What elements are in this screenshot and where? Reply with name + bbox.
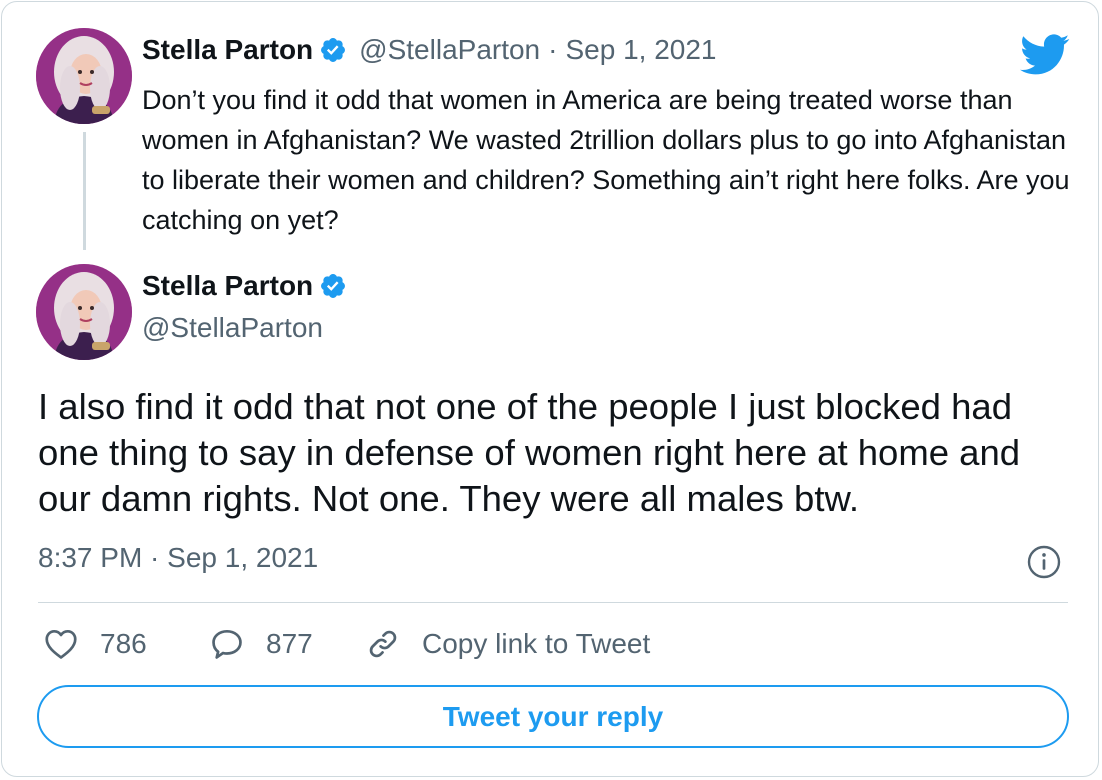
parent-author-handle[interactable]: @StellaParton: [359, 34, 540, 66]
copy-link-action[interactable]: Copy link to Tweet: [364, 622, 650, 666]
reply-action[interactable]: 877: [208, 622, 313, 666]
tweet-timestamp[interactable]: 8:37 PM · Sep 1, 2021: [38, 542, 318, 574]
tweet-your-reply-button[interactable]: Tweet your reply: [37, 685, 1069, 748]
tweet-text: I also find it odd that not one of the p…: [38, 386, 1021, 519]
info-icon[interactable]: [1026, 544, 1062, 580]
tweet-card: Stella Parton @StellaParton · Sep 1, 202…: [1, 1, 1099, 777]
link-icon: [369, 630, 397, 658]
parent-author-name[interactable]: Stella Parton: [142, 34, 313, 66]
author-handle[interactable]: @StellaParton: [142, 312, 323, 344]
twitter-logo-icon[interactable]: [1020, 34, 1070, 76]
author-handle-row: @StellaParton: [142, 312, 323, 344]
author-name[interactable]: Stella Parton: [142, 270, 313, 302]
author-name-row: Stella Parton: [142, 270, 347, 302]
verified-badge-icon: [321, 274, 346, 298]
parent-tweet-date[interactable]: Sep 1, 2021: [565, 34, 716, 66]
copy-link-label: Copy link to Tweet: [422, 628, 651, 659]
verified-badge-icon: [321, 38, 346, 62]
author-avatar[interactable]: [36, 264, 132, 360]
parent-author-row: Stella Parton @StellaParton · Sep 1, 202…: [142, 34, 717, 66]
divider: [38, 602, 1068, 603]
like-count: 786: [100, 628, 147, 659]
like-action[interactable]: 786: [42, 622, 147, 666]
thread-connector: [83, 132, 86, 250]
heart-icon: [45, 629, 77, 659]
reply-count: 877: [266, 628, 313, 659]
parent-author-avatar[interactable]: [36, 28, 132, 124]
parent-tweet-text: Don’t you find it odd that women in Amer…: [142, 85, 1070, 235]
reply-bubble-icon: [212, 629, 242, 659]
separator-dot: ·: [548, 34, 558, 65]
